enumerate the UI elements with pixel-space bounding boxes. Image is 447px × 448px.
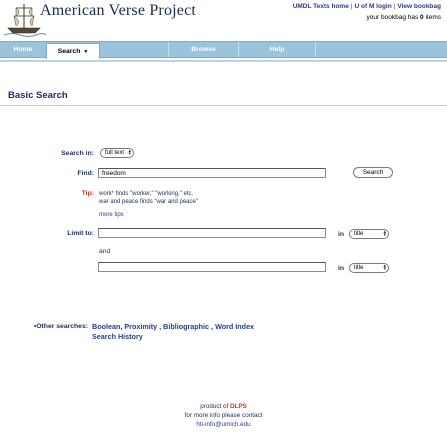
select-arrows-icon: ▴ ▾ [128, 148, 131, 157]
word-index-link[interactable]: Word Index [215, 322, 254, 331]
bookbag-suffix: items [423, 14, 441, 21]
and-label: and [99, 248, 111, 255]
view-bookbag-link[interactable]: View bookbag [397, 3, 441, 10]
bookbag-status: your bookbag has 0 items [367, 14, 441, 21]
tip-line-2: war and peace finds "war and peace" [99, 199, 198, 205]
search-button[interactable]: Search [353, 167, 393, 178]
search-history-link[interactable]: Search History [92, 332, 143, 341]
search-in-value: full text [105, 150, 125, 156]
page-title: Basic Search [8, 90, 68, 101]
tip-text: work* finds "worker," "working," etc. wa… [99, 190, 198, 206]
limit-field-select-1[interactable]: title ▴ ▾ [349, 229, 389, 239]
select-arrows-icon: ▴ ▾ [383, 263, 386, 272]
select-arrows-icon: ▴ ▾ [383, 229, 386, 238]
tab-help[interactable]: Help [238, 42, 316, 57]
tab-home[interactable]: Home [0, 42, 46, 57]
more-tips-link[interactable]: more tips [99, 212, 124, 218]
nav-bar: Home Search ▼ Browse Help [0, 41, 447, 59]
limit-input-2[interactable] [98, 262, 326, 272]
top-links: UMDL Texts home | U of M login | View bookba… [292, 3, 441, 10]
footer-product-of: product of [200, 403, 230, 410]
boolean-search-link[interactable]: Boolean [92, 322, 120, 331]
search-in-select[interactable]: full text ▴ ▾ [100, 148, 134, 158]
find-input[interactable]: freedom [98, 168, 326, 178]
title-divider [0, 105, 447, 106]
dlps-link[interactable]: DLPS [230, 403, 247, 410]
bibliographic-search-link[interactable]: Bibliographic [163, 322, 209, 331]
limit-to-label: Limit to: [67, 230, 94, 237]
limit-input-1[interactable] [98, 228, 326, 238]
login-link[interactable]: U of M login [355, 3, 392, 10]
tip-line-1: work* finds "worker," "working," etc. [99, 191, 194, 197]
search-in-label: Search in: [61, 150, 94, 157]
other-searches-links: Boolean, Proximity , Bibliographic , Wor… [92, 322, 255, 341]
proximity-search-link[interactable]: Proximity [124, 322, 157, 331]
tip-label: Tip: [81, 190, 94, 197]
tab-search-label: Search [57, 48, 81, 55]
tab-search[interactable]: Search ▼ [46, 43, 100, 59]
tab-browse[interactable]: Browse [168, 42, 238, 57]
limit-field-select-2[interactable]: title ▴ ▾ [349, 263, 389, 273]
limit-field-value-1: title [354, 231, 364, 237]
contact-email-link[interactable]: hti-info@umich.edu [0, 420, 447, 429]
limit-in-label-2: in [338, 265, 345, 272]
chevron-down-icon: ▼ [83, 48, 89, 55]
nav-divider [0, 60, 447, 62]
texts-home-link[interactable]: UMDL Texts home [293, 3, 349, 10]
footer: product of DLPS for more info please con… [0, 402, 447, 429]
site-title: American Verse Project [40, 2, 197, 19]
find-label: Find: [77, 170, 94, 177]
footer-contact-text: for more info please contact [184, 412, 263, 419]
limit-in-label-1: in [338, 231, 345, 238]
bookbag-prefix: your bookbag has [366, 14, 421, 21]
limit-field-value-2: title [354, 265, 364, 271]
other-searches-label: •Other searches: [33, 323, 88, 330]
